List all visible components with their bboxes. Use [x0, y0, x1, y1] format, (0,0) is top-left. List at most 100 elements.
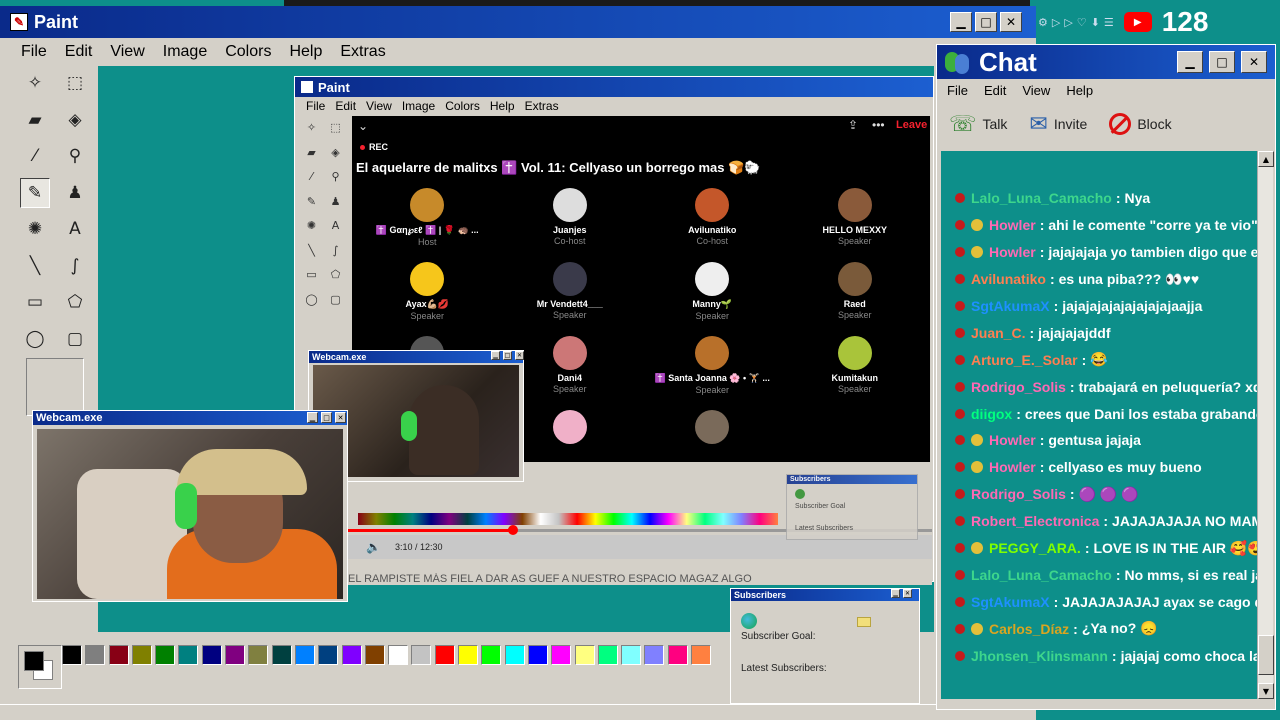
talk-button[interactable]: ☏ Talk: [949, 112, 1007, 137]
inner-magnifier-icon[interactable]: ⚲: [325, 166, 346, 187]
palette-swatch[interactable]: [388, 645, 409, 665]
palette-swatch[interactable]: [108, 645, 129, 665]
palette-swatch[interactable]: [458, 645, 479, 665]
scroll-thumb[interactable]: [1258, 635, 1274, 675]
chat-menu-view[interactable]: View: [1014, 83, 1058, 98]
fill-icon[interactable]: ◈: [60, 104, 90, 135]
webcam-large-min-button[interactable]: ▁: [307, 412, 318, 423]
palette-swatch[interactable]: [481, 645, 502, 665]
participant-card[interactable]: HELLO MEXXY Speaker: [784, 188, 927, 262]
palette-swatch[interactable]: [155, 645, 176, 665]
palette-swatch[interactable]: [271, 645, 292, 665]
chat-username[interactable]: Carlos_Díaz: [989, 621, 1069, 637]
chat-scrollbar[interactable]: ▲ ▼: [1257, 151, 1274, 699]
palette-swatch[interactable]: [411, 645, 432, 665]
text-icon[interactable]: A: [60, 214, 90, 244]
scroll-down-button[interactable]: ▼: [1258, 683, 1274, 699]
menu-extras[interactable]: Extras: [331, 43, 394, 61]
inner-menu-edit[interactable]: Edit: [330, 99, 361, 113]
chat-username[interactable]: Howler: [989, 432, 1036, 448]
rect-select-icon[interactable]: ⬚: [60, 68, 90, 98]
menu-edit[interactable]: Edit: [56, 43, 102, 61]
chat-menu-file[interactable]: File: [939, 83, 976, 98]
chat-username[interactable]: Rodrigo_Solis: [971, 379, 1066, 395]
inner-paint-title-bar[interactable]: Paint: [295, 77, 933, 97]
webcam-small-close-button[interactable]: ✕: [515, 351, 524, 360]
palette-swatch[interactable]: [527, 645, 548, 665]
chat-menu-edit[interactable]: Edit: [976, 83, 1014, 98]
palette-swatch[interactable]: [225, 645, 246, 665]
palette-swatch[interactable]: [691, 645, 712, 665]
inner-menu-colors[interactable]: Colors: [440, 99, 485, 113]
maximize-button[interactable]: □: [975, 12, 997, 32]
participant-card[interactable]: Raed Speaker: [784, 262, 927, 336]
inner-pencil-icon[interactable]: ✎: [301, 191, 322, 212]
chat-menu-help[interactable]: Help: [1058, 83, 1101, 98]
menu-view[interactable]: View: [101, 43, 153, 61]
participant-card[interactable]: Kumitakun Speaker: [784, 336, 927, 410]
pencil-icon[interactable]: ✎: [20, 177, 50, 208]
leave-button[interactable]: Leave: [896, 119, 927, 131]
inner-text-icon[interactable]: A: [325, 215, 346, 236]
close-button[interactable]: ✕: [1000, 12, 1022, 32]
chat-username[interactable]: Lalo_Luna_Camacho: [971, 567, 1112, 583]
invite-button[interactable]: ✉ Invite: [1029, 112, 1087, 137]
webcam-small-title-bar[interactable]: Webcam.exe ▁ □ ✕: [309, 351, 524, 363]
participant-card[interactable]: ✝️ Gαη℘εℓ ✝️ | 🌹 🦔 ... Host: [356, 188, 499, 262]
inner-menu-view[interactable]: View: [361, 99, 397, 113]
palette-swatch[interactable]: [294, 645, 315, 665]
inner-curve-icon[interactable]: ∫: [325, 240, 346, 261]
inner-fill-icon[interactable]: ◈: [325, 142, 346, 163]
rectangle-icon[interactable]: ▭: [20, 287, 50, 317]
block-button[interactable]: Block: [1109, 113, 1172, 135]
more-icon[interactable]: •••: [872, 118, 885, 132]
palette-swatch[interactable]: [62, 645, 82, 665]
webcam-small-min-button[interactable]: ▁: [491, 351, 500, 360]
webcam-large-title-bar[interactable]: Webcam.exe ▁ □ ✕: [33, 411, 347, 425]
inner-line-icon[interactable]: ╲: [301, 240, 322, 261]
palette-swatch[interactable]: [597, 645, 618, 665]
webcam-large-close-button[interactable]: ✕: [335, 412, 346, 423]
inner-menu-image[interactable]: Image: [397, 99, 440, 113]
brush-icon[interactable]: ♟: [60, 177, 90, 208]
curve-icon[interactable]: ∫: [60, 250, 90, 281]
magnifier-icon[interactable]: ⚲: [60, 141, 90, 171]
tool-options-box[interactable]: [26, 358, 84, 416]
eraser-icon[interactable]: ▰: [20, 104, 50, 135]
chat-username[interactable]: SgtAkumaX: [971, 594, 1050, 610]
polygon-icon[interactable]: ⬠: [60, 287, 90, 317]
palette-swatch[interactable]: [131, 645, 152, 665]
color-picker-icon[interactable]: ⁄: [20, 141, 50, 171]
inner-menu-file[interactable]: File: [301, 99, 330, 113]
share-icon[interactable]: ⇪: [848, 118, 858, 132]
menu-help[interactable]: Help: [280, 43, 331, 61]
webcam-small-max-button[interactable]: □: [503, 351, 512, 360]
chat-username[interactable]: Rodrigo_Solis: [971, 486, 1066, 502]
palette-swatch[interactable]: [667, 645, 688, 665]
progress-handle[interactable]: [508, 525, 518, 535]
chat-username[interactable]: Juan_C.: [971, 325, 1025, 341]
palette-swatch[interactable]: [201, 645, 222, 665]
volume-icon[interactable]: 🔈: [366, 540, 381, 554]
menu-file[interactable]: File: [12, 43, 56, 61]
collapse-chevron-icon[interactable]: ⌄: [358, 119, 368, 133]
inner-rrect-icon[interactable]: ▢: [325, 289, 346, 310]
menu-image[interactable]: Image: [154, 43, 216, 61]
menu-colors[interactable]: Colors: [216, 43, 280, 61]
chat-title-bar[interactable]: Chat ▁ □ ✕: [937, 45, 1275, 79]
palette-swatch[interactable]: [574, 645, 595, 665]
minimize-button[interactable]: ▁: [950, 12, 972, 32]
palette-swatch[interactable]: [85, 645, 106, 665]
inner-picker-icon[interactable]: ⁄: [301, 166, 322, 187]
chat-close-button[interactable]: ✕: [1241, 51, 1267, 73]
palette-swatch[interactable]: [434, 645, 455, 665]
chat-username[interactable]: Howler: [989, 459, 1036, 475]
palette-swatch[interactable]: [644, 645, 665, 665]
chat-minimize-button[interactable]: ▁: [1177, 51, 1203, 73]
small-subscribers-title-bar[interactable]: Subscribers: [787, 475, 917, 484]
inner-rectangle-icon[interactable]: ▭: [301, 264, 322, 285]
subscribers-title-bar[interactable]: Subscribers ▁ ✕: [731, 589, 919, 601]
palette-swatch[interactable]: [318, 645, 339, 665]
line-icon[interactable]: ╲: [20, 250, 50, 281]
palette-swatch[interactable]: [364, 645, 385, 665]
